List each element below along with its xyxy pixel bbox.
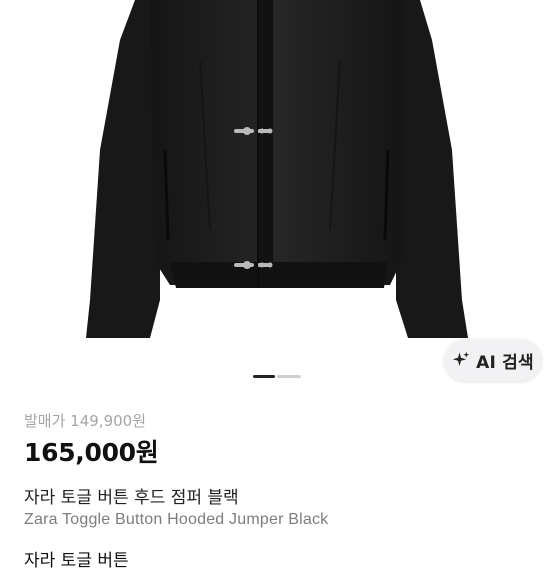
ai-search-button[interactable]: AI 검색 — [444, 339, 542, 381]
partial-text: 자라 토글 버튼 — [24, 551, 129, 571]
carousel-dot[interactable] — [277, 375, 301, 378]
ai-search-label: AI 검색 — [476, 352, 534, 373]
carousel-indicator — [253, 375, 301, 378]
jacket-illustration — [86, 0, 468, 338]
price: 165,000원 — [24, 438, 159, 467]
sparkle-icon — [452, 351, 470, 366]
carousel-dot-active[interactable] — [253, 375, 275, 378]
product-title-en: Zara Toggle Button Hooded Jumper Black — [24, 511, 329, 528]
retail-price: 발매가 149,900원 — [24, 412, 146, 430]
product-image[interactable] — [0, 0, 554, 388]
product-title-ko: 자라 토글 버튼 후드 점퍼 블랙 — [24, 488, 239, 508]
